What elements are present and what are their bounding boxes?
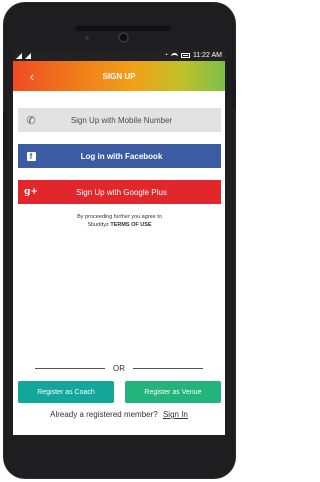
terms-notice: By proceeding further you agree to Sbudd…	[53, 213, 186, 230]
or-divider: OR	[35, 363, 203, 373]
screen: ◔ 11:22 AM ‹ SIGN UP ✆ Sign Up with Mobi…	[13, 50, 225, 435]
wifi-icon	[170, 53, 178, 58]
google-plus-icon: g+	[24, 187, 38, 197]
signin-prompt: Already a registered member? Sign In	[13, 410, 225, 419]
volume-button	[3, 112, 7, 162]
back-arrow-icon[interactable]: ‹	[23, 67, 41, 85]
facebook-login-label: Log in with Facebook	[80, 151, 163, 161]
phone-icon: ✆	[26, 114, 36, 127]
alarm-icon: ◔	[163, 52, 168, 59]
power-button	[232, 80, 236, 108]
or-label: OR	[113, 363, 125, 373]
front-camera	[118, 32, 129, 43]
signal-icon	[16, 52, 22, 59]
register-coach-button[interactable]: Register as Coach	[18, 381, 114, 403]
google-plus-signup-label: Sign Up with Google Plus	[76, 187, 167, 197]
signin-link[interactable]: Sign In	[163, 410, 188, 419]
battery-icon	[180, 53, 190, 58]
signup-mobile-label: Sign Up with Mobile Number	[70, 115, 173, 125]
google-plus-signup-button[interactable]: g+ Sign Up with Google Plus	[18, 180, 221, 204]
status-bar: ◔ 11:22 AM	[13, 50, 225, 61]
facebook-login-button[interactable]: f Log in with Facebook	[18, 144, 221, 168]
app-bar: ‹ SIGN UP	[13, 61, 225, 91]
register-venue-button[interactable]: Register as Venue	[125, 381, 221, 403]
page-title: SIGN UP	[102, 71, 136, 81]
facebook-icon: f	[18, 144, 44, 168]
signal-icon-2	[25, 52, 31, 59]
status-time: 11:22 AM	[192, 52, 222, 59]
phone-chin	[13, 435, 225, 463]
brand-name: Sbuddyz	[87, 222, 109, 229]
terms-prefix: By proceeding further you agree to	[77, 214, 162, 220]
signin-prompt-text: Already a registered member?	[50, 410, 158, 419]
terms-of-use-link[interactable]: TERMS OF USE	[110, 222, 151, 228]
divider-line-left	[35, 367, 105, 369]
proximity-sensor	[85, 36, 89, 40]
earpiece-speaker	[75, 26, 171, 31]
signup-mobile-button[interactable]: ✆ Sign Up with Mobile Number	[18, 108, 221, 132]
divider-line-right	[133, 367, 203, 369]
